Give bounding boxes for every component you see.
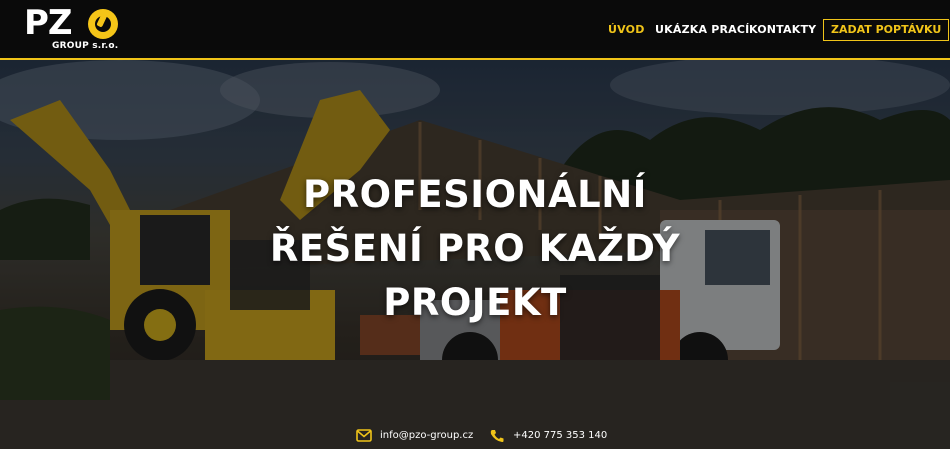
site-header: PZ GROUP s.r.o. ÚVOD UKÁZKA PRACÍ KONTAK… xyxy=(0,0,950,60)
hero-section: PROFESIONÁLNÍ ŘEŠENÍ PRO KAŽDÝ PROJEKT i… xyxy=(0,60,950,449)
hero-title: PROFESIONÁLNÍ ŘEŠENÍ PRO KAŽDÝ PROJEKT xyxy=(0,168,950,330)
hero-title-line: PROJEKT xyxy=(383,281,567,324)
hero-title-line: PROFESIONÁLNÍ xyxy=(303,173,647,216)
nav-item-uvod[interactable]: ÚVOD xyxy=(608,23,645,36)
nav-item-ukazka-praci[interactable]: UKÁZKA PRACÍ xyxy=(655,23,749,36)
logo[interactable]: PZ GROUP s.r.o. xyxy=(24,6,124,54)
phone-icon xyxy=(490,430,504,442)
phone-link[interactable]: +420 775 353 140 xyxy=(513,430,607,441)
hero-title-line: ŘEŠENÍ PRO KAŽDÝ xyxy=(269,227,681,270)
request-quote-button[interactable]: ZADAT POPTÁVKU xyxy=(823,19,950,41)
mail-icon xyxy=(356,429,372,442)
logo-subtitle: GROUP s.r.o. xyxy=(52,41,119,51)
nav-item-kontakty[interactable]: KONTAKTY xyxy=(749,23,816,36)
contact-bar: info@pzo-group.cz +420 775 353 140 xyxy=(0,428,950,448)
email-link[interactable]: info@pzo-group.cz xyxy=(380,430,473,441)
logo-text: PZ xyxy=(24,3,73,43)
logo-o-excavator-icon xyxy=(88,9,118,39)
